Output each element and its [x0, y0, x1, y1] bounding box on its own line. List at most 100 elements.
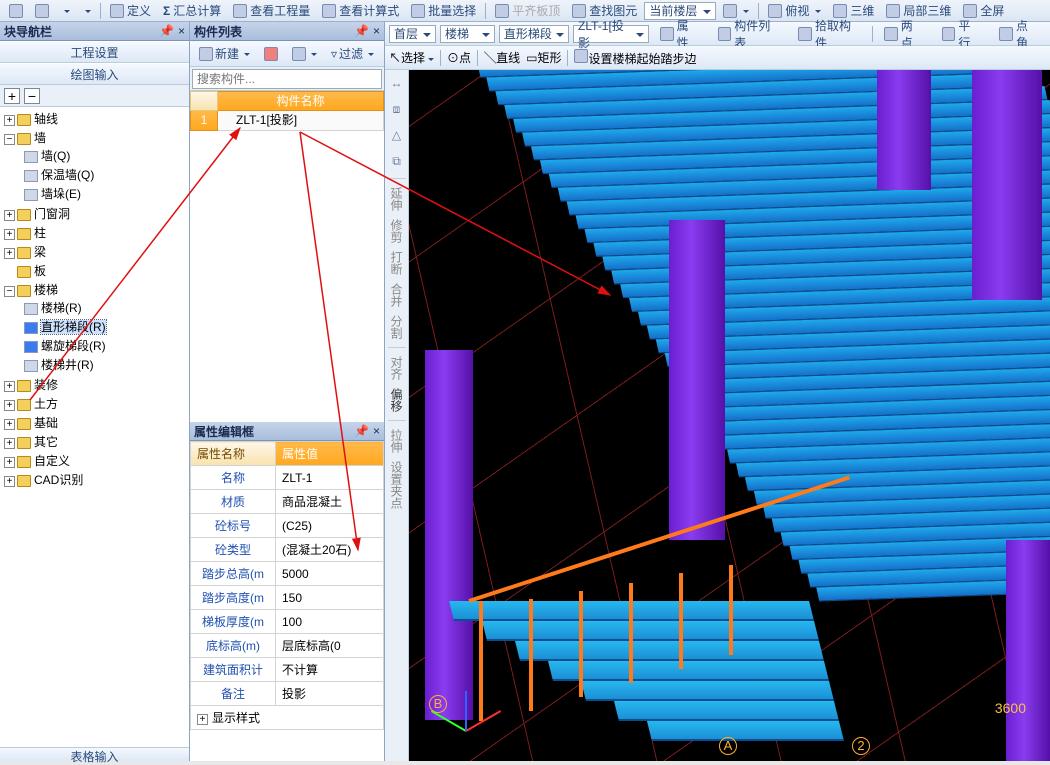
tree-node-other[interactable]: 其它: [34, 435, 58, 449]
prop-value[interactable]: ZLT-1: [276, 466, 384, 490]
nav-panel: 块导航栏 📌 × 工程设置 绘图输入 + − +轴线 −墙 墙(Q) 保温墙(Q…: [0, 22, 190, 761]
redo-dropdown[interactable]: [77, 2, 96, 20]
point-tool[interactable]: ⊙点: [447, 49, 471, 66]
railing-post: [629, 583, 633, 683]
prop-value[interactable]: (混凝土20石): [276, 538, 384, 562]
batch-select-button[interactable]: 批量选择: [406, 2, 481, 20]
tree-node-slab[interactable]: 板: [34, 264, 46, 278]
prop-value[interactable]: (C25): [276, 514, 384, 538]
prop-value[interactable]: 投影: [276, 682, 384, 706]
tree-item[interactable]: 楼梯(R): [41, 301, 82, 315]
select-tool[interactable]: ↖选择: [389, 49, 434, 66]
viewport-3d[interactable]: ↔ ⧈ △ ⧉ 延伸 修剪 打断 合并 分割 对齐 偏移 拉伸 设置夹点: [385, 70, 1050, 761]
category-dropdown[interactable]: 楼梯: [440, 25, 495, 43]
pin-icon[interactable]: 📌: [354, 24, 369, 38]
prop-name: 建筑面积计: [191, 658, 276, 682]
tree-node-column[interactable]: 柱: [34, 226, 46, 240]
nav-tree[interactable]: + 轴线 − 墙 墙(Q) 保温墙(Q) 墙垛(E) + 门窗洞 + 柱 + 梁 板 − 楼…: [0, 107, 189, 747]
view-expr-button[interactable]: 查看计算式: [317, 2, 404, 20]
line-tool[interactable]: ╲直线: [484, 49, 520, 66]
toggle-icon[interactable]: +: [4, 400, 15, 411]
view-qty-button[interactable]: 查看工程量: [228, 2, 315, 20]
toggle-icon[interactable]: +: [4, 438, 15, 449]
delete-component-button[interactable]: [259, 45, 283, 63]
tree-node-opening[interactable]: 门窗洞: [34, 207, 70, 221]
collapse-all-button[interactable]: −: [24, 88, 40, 104]
side-label: 合并: [388, 283, 405, 307]
separator: [872, 26, 873, 42]
define-button[interactable]: 定义: [105, 2, 156, 20]
side-label: 分割: [388, 315, 405, 339]
view-toolbar-1: 首层 楼梯 直形梯段 ZLT-1[投影 属性 构件列表 拾取构件 两点 平行 点…: [385, 22, 1050, 46]
tree-item[interactable]: 螺旋梯段(R): [41, 339, 106, 353]
folder-icon: [17, 285, 31, 297]
toggle-icon[interactable]: +: [4, 210, 15, 221]
tree-node-stair[interactable]: 楼梯: [34, 283, 58, 297]
set-stair-start-button[interactable]: 设置楼梯起始踏步边: [574, 49, 696, 67]
prop-value[interactable]: 层底标高(0: [276, 634, 384, 658]
section-project-settings[interactable]: 工程设置: [0, 41, 189, 63]
close-icon[interactable]: ×: [373, 424, 380, 438]
grid-row-value[interactable]: ZLT-1[投影]: [218, 111, 384, 131]
prop-expand-row[interactable]: +显示样式: [191, 706, 384, 730]
undo-button[interactable]: [4, 2, 28, 20]
prop-value[interactable]: 100: [276, 610, 384, 634]
folder-icon: [17, 380, 31, 392]
tree-item[interactable]: 墙垛(E): [41, 187, 81, 201]
side-tool[interactable]: ⧉: [388, 152, 406, 170]
section-table-input[interactable]: 表格输入: [0, 747, 189, 761]
toggle-icon[interactable]: +: [4, 381, 15, 392]
undo-dropdown[interactable]: [56, 2, 75, 20]
prop-value[interactable]: 不计算: [276, 658, 384, 682]
line-icon: ╲: [484, 51, 496, 65]
side-tool[interactable]: △: [388, 126, 406, 144]
tree-node-finish[interactable]: 装修: [34, 378, 58, 392]
toggle-icon[interactable]: +: [4, 457, 15, 468]
search-input[interactable]: [192, 69, 382, 89]
subtype-dropdown[interactable]: 直形梯段: [499, 25, 569, 43]
component-grid: 构件名称 1 ZLT-1[投影]: [190, 91, 384, 422]
side-tool[interactable]: ↔: [388, 74, 406, 92]
sum-calc-button[interactable]: Σ汇总计算: [158, 2, 226, 20]
railing-post: [529, 599, 533, 711]
side-tool[interactable]: ⧈: [388, 100, 406, 118]
new-component-button[interactable]: 新建: [194, 43, 255, 64]
redo-button[interactable]: [30, 2, 54, 20]
toggle-icon[interactable]: −: [4, 286, 15, 297]
rect-tool[interactable]: ▭矩形: [526, 49, 561, 66]
toggle-icon[interactable]: +: [4, 248, 15, 259]
pin-icon[interactable]: 📌: [159, 24, 174, 38]
prop-value[interactable]: 150: [276, 586, 384, 610]
floor-dropdown[interactable]: 首层: [389, 25, 436, 43]
toggle-icon[interactable]: +: [4, 229, 15, 240]
tree-node-beam[interactable]: 梁: [34, 245, 46, 259]
close-icon[interactable]: ×: [373, 24, 380, 38]
copy-component-button[interactable]: [287, 45, 322, 63]
toggle-icon[interactable]: +: [4, 476, 15, 487]
tree-item-selected[interactable]: 直形梯段(R): [41, 320, 106, 334]
component-dropdown[interactable]: ZLT-1[投影: [573, 25, 649, 43]
property-grid[interactable]: 属性名称属性值 名称ZLT-1 材质商品混凝土 砼标号(C25) 砼类型(混凝土…: [190, 441, 384, 761]
filter-button[interactable]: ▿过滤: [326, 43, 379, 64]
section-drawing-input[interactable]: 绘图输入: [0, 63, 189, 85]
tree-item[interactable]: 保温墙(Q): [41, 168, 94, 182]
tree-node-earth[interactable]: 土方: [34, 397, 58, 411]
prop-value[interactable]: 商品混凝土: [276, 490, 384, 514]
close-icon[interactable]: ×: [178, 24, 185, 38]
tree-node-foundation[interactable]: 基础: [34, 416, 58, 430]
toggle-icon[interactable]: +: [4, 419, 15, 430]
item-icon: [24, 151, 38, 163]
tree-node-cad[interactable]: CAD识别: [34, 473, 83, 487]
expand-icon[interactable]: +: [197, 714, 208, 725]
tree-node-wall[interactable]: 墙: [34, 131, 46, 145]
tree-node-axes[interactable]: 轴线: [34, 112, 58, 126]
tree-node-custom[interactable]: 自定义: [34, 454, 70, 468]
prop-value[interactable]: 5000: [276, 562, 384, 586]
pin-icon[interactable]: 📌: [354, 424, 369, 438]
tree-item[interactable]: 墙(Q): [41, 149, 70, 163]
side-label: 打断: [388, 251, 405, 275]
tree-item[interactable]: 楼梯井(R): [41, 358, 94, 372]
expand-all-button[interactable]: +: [4, 88, 20, 104]
toggle-icon[interactable]: +: [4, 115, 15, 126]
toggle-icon[interactable]: −: [4, 134, 15, 145]
